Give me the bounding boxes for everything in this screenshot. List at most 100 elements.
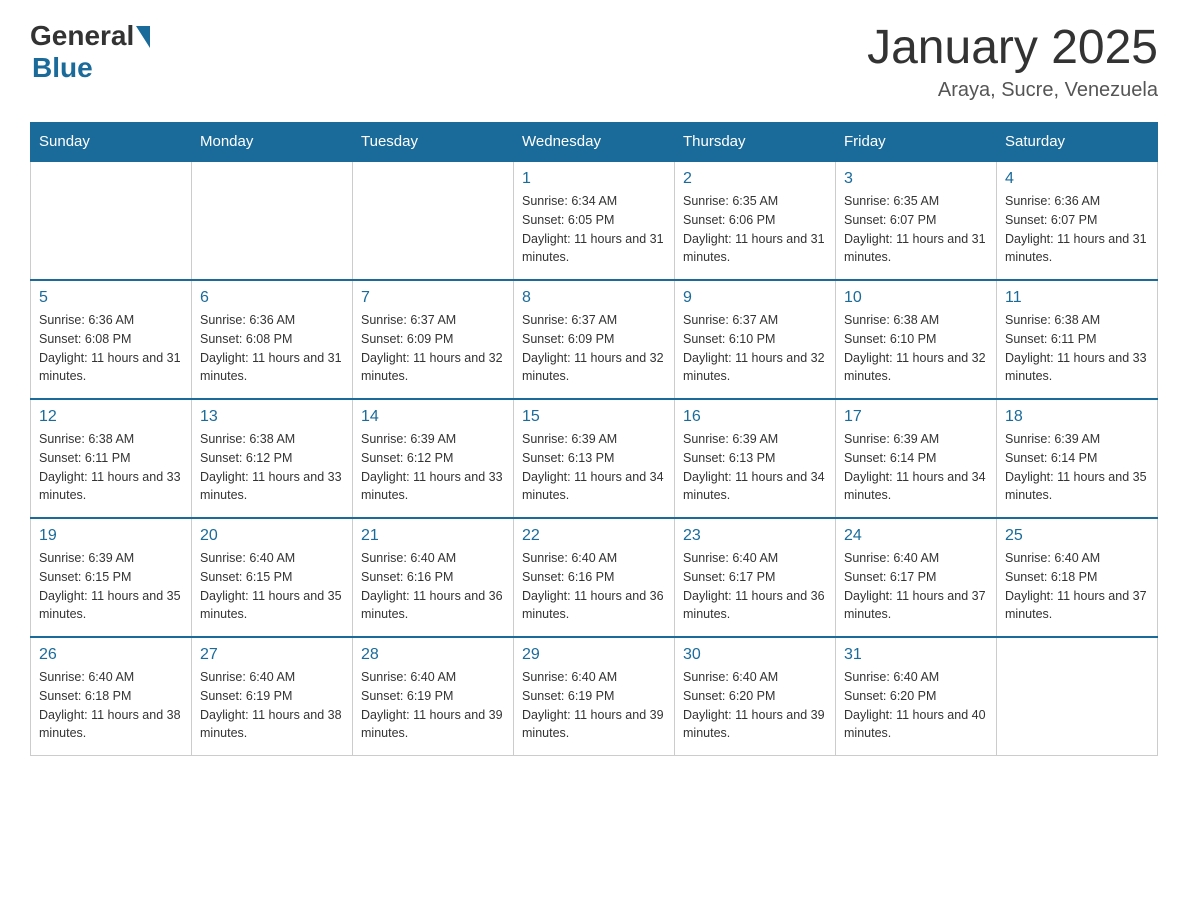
day-info: Sunrise: 6:39 AM Sunset: 6:14 PM Dayligh… (1005, 430, 1149, 505)
calendar-cell: 6 Sunrise: 6:36 AM Sunset: 6:08 PM Daylig… (192, 280, 353, 399)
day-number: 10 (844, 289, 988, 307)
logo-blue-text: Blue (32, 52, 93, 84)
day-info: Sunrise: 6:40 AM Sunset: 6:20 PM Dayligh… (683, 668, 827, 743)
calendar-cell: 8 Sunrise: 6:37 AM Sunset: 6:09 PM Daylig… (514, 280, 675, 399)
calendar-week-row: 12 Sunrise: 6:38 AM Sunset: 6:11 PM Dayli… (31, 399, 1158, 518)
calendar-table: SundayMondayTuesdayWednesdayThursdayFrid… (30, 122, 1158, 756)
day-number: 15 (522, 408, 666, 426)
day-number: 31 (844, 646, 988, 664)
day-number: 9 (683, 289, 827, 307)
day-info: Sunrise: 6:37 AM Sunset: 6:09 PM Dayligh… (522, 311, 666, 386)
day-info: Sunrise: 6:38 AM Sunset: 6:10 PM Dayligh… (844, 311, 988, 386)
calendar-cell: 4 Sunrise: 6:36 AM Sunset: 6:07 PM Daylig… (997, 161, 1158, 280)
calendar-cell: 24 Sunrise: 6:40 AM Sunset: 6:17 PM Dayli… (836, 518, 997, 637)
day-number: 19 (39, 527, 183, 545)
calendar-cell: 31 Sunrise: 6:40 AM Sunset: 6:20 PM Dayli… (836, 637, 997, 756)
calendar-cell: 9 Sunrise: 6:37 AM Sunset: 6:10 PM Daylig… (675, 280, 836, 399)
calendar-cell: 30 Sunrise: 6:40 AM Sunset: 6:20 PM Dayli… (675, 637, 836, 756)
day-number: 13 (200, 408, 344, 426)
calendar-cell: 28 Sunrise: 6:40 AM Sunset: 6:19 PM Dayli… (353, 637, 514, 756)
calendar-week-row: 19 Sunrise: 6:39 AM Sunset: 6:15 PM Dayli… (31, 518, 1158, 637)
day-info: Sunrise: 6:39 AM Sunset: 6:14 PM Dayligh… (844, 430, 988, 505)
day-number: 7 (361, 289, 505, 307)
day-info: Sunrise: 6:36 AM Sunset: 6:07 PM Dayligh… (1005, 192, 1149, 267)
day-number: 27 (200, 646, 344, 664)
day-of-week-saturday: Saturday (997, 123, 1158, 162)
calendar-cell (31, 161, 192, 280)
day-number: 6 (200, 289, 344, 307)
day-of-week-wednesday: Wednesday (514, 123, 675, 162)
calendar-week-row: 1 Sunrise: 6:34 AM Sunset: 6:05 PM Daylig… (31, 161, 1158, 280)
calendar-cell: 16Sunrise: 6:39 AM Sunset: 6:13 PM Dayli… (675, 399, 836, 518)
calendar-cell: 1 Sunrise: 6:34 AM Sunset: 6:05 PM Daylig… (514, 161, 675, 280)
calendar-week-row: 26 Sunrise: 6:40 AM Sunset: 6:18 PM Dayli… (31, 637, 1158, 756)
calendar-cell: 25Sunrise: 6:40 AM Sunset: 6:18 PM Dayli… (997, 518, 1158, 637)
calendar-cell: 12 Sunrise: 6:38 AM Sunset: 6:11 PM Dayli… (31, 399, 192, 518)
day-info: Sunrise: 6:40 AM Sunset: 6:19 PM Dayligh… (361, 668, 505, 743)
day-of-week-tuesday: Tuesday (353, 123, 514, 162)
day-number: 8 (522, 289, 666, 307)
day-number: 17 (844, 408, 988, 426)
calendar-cell: 29Sunrise: 6:40 AM Sunset: 6:19 PM Dayli… (514, 637, 675, 756)
calendar-cell: 2 Sunrise: 6:35 AM Sunset: 6:06 PM Daylig… (675, 161, 836, 280)
logo-triangle-icon (136, 26, 150, 48)
day-info: Sunrise: 6:40 AM Sunset: 6:20 PM Dayligh… (844, 668, 988, 743)
calendar-cell: 26 Sunrise: 6:40 AM Sunset: 6:18 PM Dayli… (31, 637, 192, 756)
day-number: 12 (39, 408, 183, 426)
calendar-cell: 14 Sunrise: 6:39 AM Sunset: 6:12 PM Dayli… (353, 399, 514, 518)
calendar-cell: 10 Sunrise: 6:38 AM Sunset: 6:10 PM Dayli… (836, 280, 997, 399)
calendar-cell: 17 Sunrise: 6:39 AM Sunset: 6:14 PM Dayli… (836, 399, 997, 518)
calendar-cell: 23 Sunrise: 6:40 AM Sunset: 6:17 PM Dayli… (675, 518, 836, 637)
calendar-cell: 27 Sunrise: 6:40 AM Sunset: 6:19 PM Dayli… (192, 637, 353, 756)
day-info: Sunrise: 6:40 AM Sunset: 6:17 PM Dayligh… (844, 549, 988, 624)
day-info: Sunrise: 6:40 AM Sunset: 6:18 PM Dayligh… (39, 668, 183, 743)
day-info: Sunrise: 6:37 AM Sunset: 6:10 PM Dayligh… (683, 311, 827, 386)
day-number: 23 (683, 527, 827, 545)
day-number: 20 (200, 527, 344, 545)
day-info: Sunrise: 6:36 AM Sunset: 6:08 PM Dayligh… (39, 311, 183, 386)
calendar-cell: 18 Sunrise: 6:39 AM Sunset: 6:14 PM Dayli… (997, 399, 1158, 518)
day-info: Sunrise: 6:38 AM Sunset: 6:11 PM Dayligh… (39, 430, 183, 505)
day-info: Sunrise: 6:34 AM Sunset: 6:05 PM Dayligh… (522, 192, 666, 267)
calendar-cell: 11 Sunrise: 6:38 AM Sunset: 6:11 PM Dayli… (997, 280, 1158, 399)
day-number: 22 (522, 527, 666, 545)
calendar-cell (192, 161, 353, 280)
logo-general-text: General (30, 20, 134, 52)
day-number: 28 (361, 646, 505, 664)
day-info: Sunrise: 6:38 AM Sunset: 6:11 PM Dayligh… (1005, 311, 1149, 386)
day-number: 25 (1005, 527, 1149, 545)
day-number: 11 (1005, 289, 1149, 307)
page-header: General Blue January 2025 Araya, Sucre, … (30, 20, 1158, 102)
calendar-cell: 5Sunrise: 6:36 AM Sunset: 6:08 PM Daylig… (31, 280, 192, 399)
day-info: Sunrise: 6:38 AM Sunset: 6:12 PM Dayligh… (200, 430, 344, 505)
day-number: 24 (844, 527, 988, 545)
calendar-cell: 15Sunrise: 6:39 AM Sunset: 6:13 PM Dayli… (514, 399, 675, 518)
calendar-cell (997, 637, 1158, 756)
day-info: Sunrise: 6:40 AM Sunset: 6:19 PM Dayligh… (200, 668, 344, 743)
calendar-cell: 13 Sunrise: 6:38 AM Sunset: 6:12 PM Dayli… (192, 399, 353, 518)
day-info: Sunrise: 6:39 AM Sunset: 6:13 PM Dayligh… (683, 430, 827, 505)
day-number: 1 (522, 170, 666, 188)
calendar-week-row: 5Sunrise: 6:36 AM Sunset: 6:08 PM Daylig… (31, 280, 1158, 399)
calendar-cell: 19 Sunrise: 6:39 AM Sunset: 6:15 PM Dayli… (31, 518, 192, 637)
day-number: 4 (1005, 170, 1149, 188)
day-number: 18 (1005, 408, 1149, 426)
day-number: 29 (522, 646, 666, 664)
day-info: Sunrise: 6:39 AM Sunset: 6:15 PM Dayligh… (39, 549, 183, 624)
day-info: Sunrise: 6:39 AM Sunset: 6:12 PM Dayligh… (361, 430, 505, 505)
calendar-cell: 22Sunrise: 6:40 AM Sunset: 6:16 PM Dayli… (514, 518, 675, 637)
calendar-cell: 21Sunrise: 6:40 AM Sunset: 6:16 PM Dayli… (353, 518, 514, 637)
day-info: Sunrise: 6:40 AM Sunset: 6:16 PM Dayligh… (361, 549, 505, 624)
day-number: 26 (39, 646, 183, 664)
day-number: 2 (683, 170, 827, 188)
day-info: Sunrise: 6:35 AM Sunset: 6:06 PM Dayligh… (683, 192, 827, 267)
day-info: Sunrise: 6:40 AM Sunset: 6:17 PM Dayligh… (683, 549, 827, 624)
logo: General Blue (30, 20, 150, 84)
day-number: 30 (683, 646, 827, 664)
day-info: Sunrise: 6:36 AM Sunset: 6:08 PM Dayligh… (200, 311, 344, 386)
day-of-week-monday: Monday (192, 123, 353, 162)
day-number: 14 (361, 408, 505, 426)
day-of-week-friday: Friday (836, 123, 997, 162)
day-of-week-thursday: Thursday (675, 123, 836, 162)
calendar-cell (353, 161, 514, 280)
